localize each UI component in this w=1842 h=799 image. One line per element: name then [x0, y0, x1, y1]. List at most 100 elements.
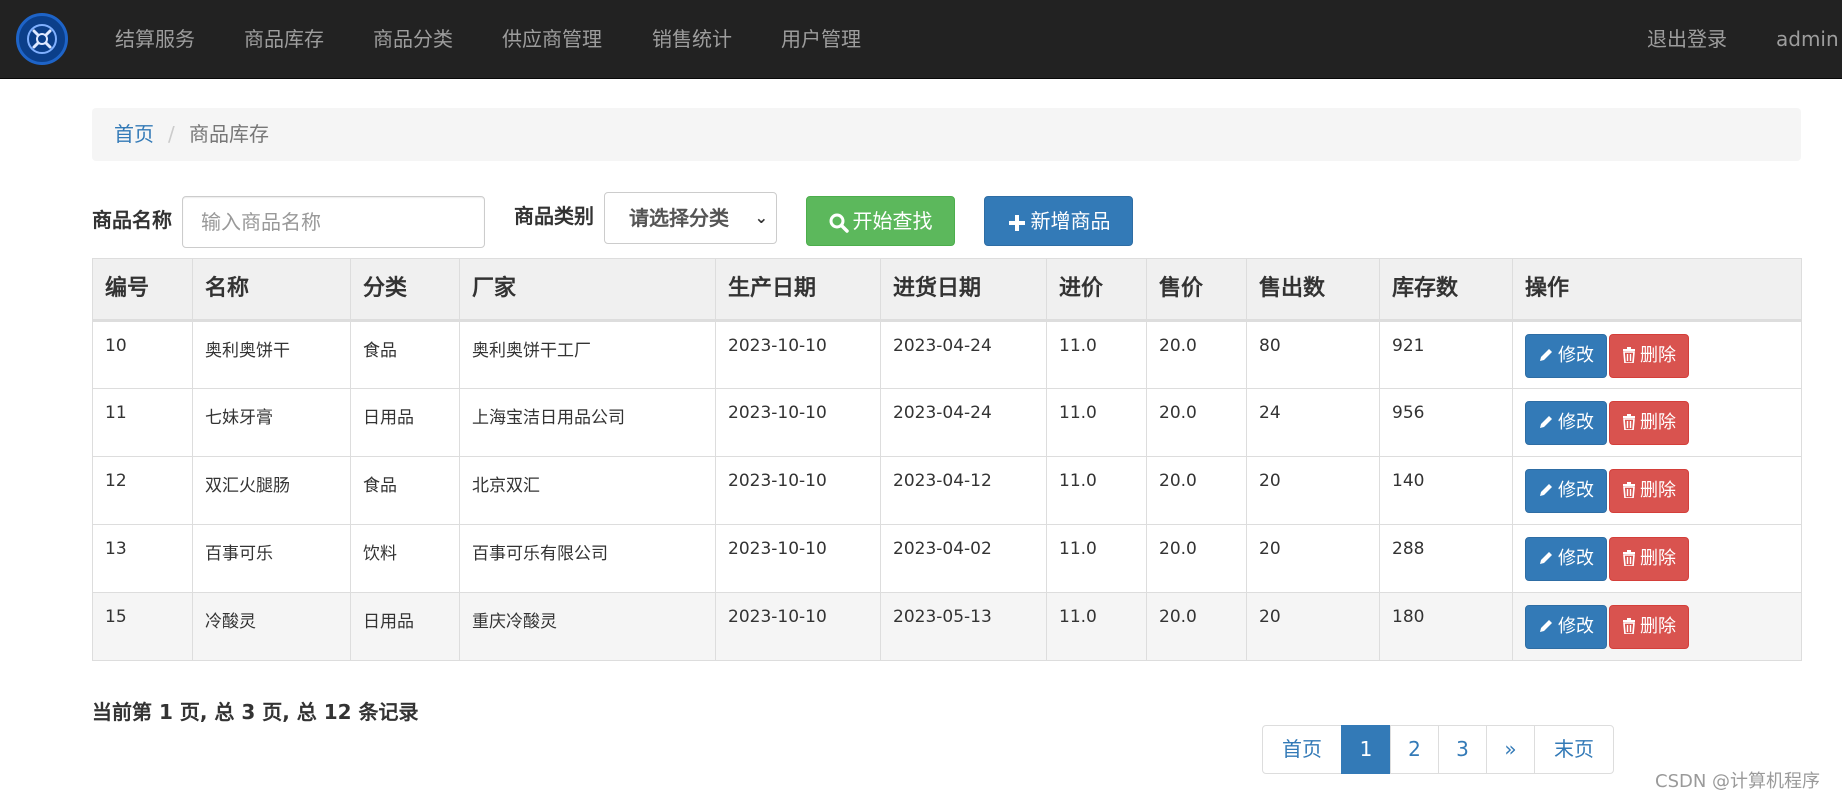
- cell-name: 百事可乐: [192, 524, 351, 593]
- cell-purchase-price: 11.0: [1046, 320, 1147, 389]
- pencil-icon: [1538, 618, 1554, 634]
- pagination-first[interactable]: 首页: [1262, 725, 1342, 774]
- plus-icon: [1007, 213, 1027, 233]
- edit-button[interactable]: 修改: [1525, 334, 1607, 378]
- cell-manufacturer: 上海宝洁日用品公司: [459, 388, 716, 457]
- add-product-button[interactable]: 新增商品: [984, 196, 1133, 246]
- table-row: 13 百事可乐 饮料 百事可乐有限公司 2023-10-10 2023-04-02 11.0…: [92, 524, 1802, 593]
- add-product-button-label: 新增商品: [1030, 209, 1111, 233]
- product-name-label: 商品名称: [92, 208, 172, 232]
- pagination-page-3[interactable]: 3: [1438, 725, 1487, 774]
- nav-item-supplier[interactable]: 供应商管理: [502, 0, 602, 78]
- cell-category: 日用品: [350, 388, 460, 457]
- cell-sale-price: 20.0: [1146, 456, 1247, 525]
- cell-purchase-date: 2023-04-12: [880, 456, 1047, 525]
- cell-category: 日用品: [350, 592, 460, 661]
- edit-button[interactable]: 修改: [1525, 401, 1607, 445]
- cell-production-date: 2023-10-10: [715, 388, 881, 457]
- nav-item-checkout[interactable]: 结算服务: [115, 0, 195, 78]
- cell-sold-count: 80: [1246, 320, 1380, 389]
- delete-button-label: 删除: [1640, 616, 1676, 637]
- pagination-next[interactable]: »: [1486, 725, 1535, 774]
- pagination-last[interactable]: 末页: [1534, 725, 1614, 774]
- top-navbar: 结算服务 商品库存 商品分类 供应商管理 销售统计 用户管理 退出登录 admi…: [0, 0, 1842, 79]
- column-header: 进货日期: [880, 258, 1047, 322]
- cell-manufacturer: 重庆冷酸灵: [459, 592, 716, 661]
- trash-icon: [1622, 618, 1636, 634]
- nav-item-category[interactable]: 商品分类: [373, 0, 453, 78]
- edit-button[interactable]: 修改: [1525, 537, 1607, 581]
- logout-link[interactable]: 退出登录: [1647, 0, 1727, 78]
- edit-button[interactable]: 修改: [1525, 605, 1607, 649]
- column-header: 生产日期: [715, 258, 881, 322]
- cell-stock-count: 140: [1379, 456, 1513, 525]
- cell-id: 10: [92, 320, 193, 389]
- cell-id: 15: [92, 592, 193, 661]
- pagination-page-2[interactable]: 2: [1390, 725, 1439, 774]
- cell-stock-count: 956: [1379, 388, 1513, 457]
- nav-item-user-management[interactable]: 用户管理: [781, 0, 861, 78]
- delete-button-label: 删除: [1640, 480, 1676, 501]
- delete-button[interactable]: 删除: [1609, 401, 1689, 445]
- edit-button-label: 修改: [1558, 412, 1594, 433]
- cell-production-date: 2023-10-10: [715, 524, 881, 593]
- edit-button-label: 修改: [1558, 480, 1594, 501]
- breadcrumb: 首页 / 商品库存: [92, 108, 1801, 161]
- column-header: 编号: [92, 258, 193, 322]
- edit-button-label: 修改: [1558, 345, 1594, 366]
- cell-name: 双汇火腿肠: [192, 456, 351, 525]
- cell-sale-price: 20.0: [1146, 388, 1247, 457]
- product-name-input[interactable]: [182, 196, 485, 248]
- delete-button[interactable]: 删除: [1609, 469, 1689, 513]
- cell-purchase-date: 2023-04-24: [880, 320, 1047, 389]
- delete-button[interactable]: 删除: [1609, 605, 1689, 649]
- cell-id: 12: [92, 456, 193, 525]
- pagination-page-1[interactable]: 1: [1341, 725, 1391, 774]
- username-link[interactable]: admin: [1776, 0, 1839, 78]
- cell-manufacturer: 奥利奥饼干工厂: [459, 320, 716, 389]
- cell-purchase-date: 2023-04-24: [880, 388, 1047, 457]
- pencil-icon: [1538, 550, 1554, 566]
- edit-button[interactable]: 修改: [1525, 469, 1607, 513]
- cell-category: 食品: [350, 320, 460, 389]
- logo-icon[interactable]: [16, 13, 68, 65]
- table-header-row: 编号 名称 分类 厂家 生产日期 进货日期 进价 售价 售出数 库存数 操作: [92, 258, 1802, 322]
- cell-purchase-price: 11.0: [1046, 524, 1147, 593]
- edit-button-label: 修改: [1558, 548, 1594, 569]
- cell-actions: 修改 删除: [1512, 524, 1802, 593]
- cell-id: 11: [92, 388, 193, 457]
- delete-button[interactable]: 删除: [1609, 334, 1689, 378]
- pencil-icon: [1538, 414, 1554, 430]
- trash-icon: [1622, 482, 1636, 498]
- chevron-down-icon: ⌄: [754, 208, 768, 227]
- column-header: 进价: [1046, 258, 1147, 322]
- cell-actions: 修改 删除: [1512, 592, 1802, 661]
- cell-manufacturer: 北京双汇: [459, 456, 716, 525]
- cell-id: 13: [92, 524, 193, 593]
- nav-item-inventory[interactable]: 商品库存: [244, 0, 324, 78]
- page-info: 当前第 1 页, 总 3 页, 总 12 条记录: [92, 700, 419, 724]
- cell-sold-count: 20: [1246, 456, 1380, 525]
- cell-name: 七妹牙膏: [192, 388, 351, 457]
- nav-item-sales-stats[interactable]: 销售统计: [652, 0, 732, 78]
- delete-button[interactable]: 删除: [1609, 537, 1689, 581]
- search-button[interactable]: 开始查找: [806, 196, 955, 246]
- cell-sale-price: 20.0: [1146, 320, 1247, 389]
- pagination: 首页 1 2 3 » 末页: [1262, 725, 1614, 774]
- cell-manufacturer: 百事可乐有限公司: [459, 524, 716, 593]
- watermark: CSDN @计算机程序: [1655, 771, 1821, 792]
- table-row: 11 七妹牙膏 日用品 上海宝洁日用品公司 2023-10-10 2023-04-24 11…: [92, 388, 1802, 457]
- breadcrumb-home-link[interactable]: 首页: [114, 108, 154, 161]
- category-select[interactable]: 请选择分类 ⌄: [604, 192, 777, 244]
- cell-category: 饮料: [350, 524, 460, 593]
- product-table: 编号 名称 分类 厂家 生产日期 进货日期 进价 售价 售出数 库存数 操作 1…: [92, 258, 1802, 661]
- cell-purchase-date: 2023-05-13: [880, 592, 1047, 661]
- column-header: 售出数: [1246, 258, 1380, 322]
- cell-actions: 修改 删除: [1512, 388, 1802, 457]
- cell-purchase-price: 11.0: [1046, 456, 1147, 525]
- search-button-label: 开始查找: [852, 209, 933, 233]
- search-icon: [829, 213, 849, 233]
- cell-sold-count: 20: [1246, 524, 1380, 593]
- cell-stock-count: 921: [1379, 320, 1513, 389]
- cell-name: 冷酸灵: [192, 592, 351, 661]
